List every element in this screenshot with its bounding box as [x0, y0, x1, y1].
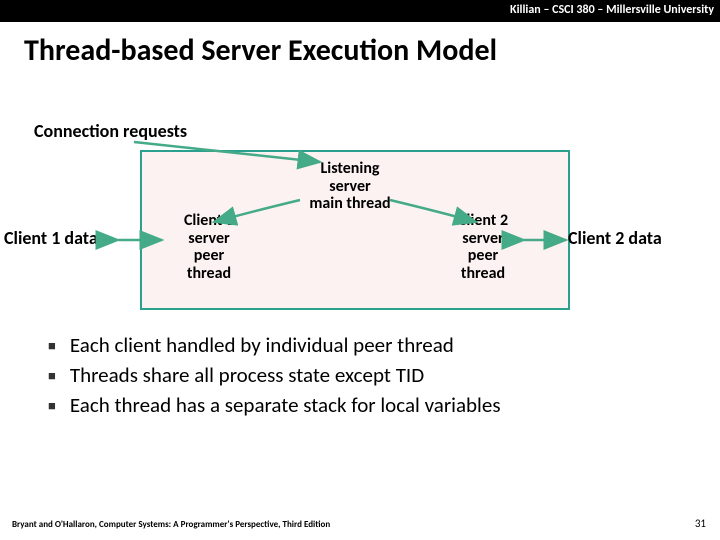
course-label: Killian – CSCI 380 – Millersville Univer… [510, 3, 714, 17]
peer2-l4: thread [461, 264, 505, 283]
diagram: Connection requests Listening server mai… [0, 92, 720, 322]
peer1-l2: server [188, 229, 229, 248]
peer2-l3: peer [468, 246, 498, 265]
footer-citation: Bryant and O'Hallaron, Computer Systems:… [12, 519, 330, 530]
listening-l1: Listening [321, 159, 380, 178]
server-process-box: Listening server main thread Client 1 se… [140, 150, 570, 310]
slide-title: Thread-based Server Execution Model [0, 22, 720, 69]
client2-data-label: Client 2 data [568, 227, 662, 249]
page-number: 31 [695, 517, 706, 530]
peer2-l2: server [462, 229, 503, 248]
peer1-l1: Client 1 [184, 211, 234, 230]
header-bar: Killian – CSCI 380 – Millersville Univer… [0, 0, 720, 22]
listening-thread-label: Listening server main thread [290, 160, 410, 213]
client1-data-label: Client 1 data [4, 227, 98, 249]
peer1-thread-label: Client 1 server peer thread [164, 212, 254, 282]
bullet-item: Each thread has a separate stack for loc… [48, 390, 688, 420]
listening-l2: server [329, 177, 370, 196]
peer2-thread-label: Client 2 server peer thread [438, 212, 528, 282]
bullet-item: Threads share all process state except T… [48, 360, 688, 390]
peer1-l4: thread [187, 264, 231, 283]
bullet-item: Each client handled by individual peer t… [48, 330, 688, 360]
connection-requests-label: Connection requests [34, 120, 187, 142]
slide: Killian – CSCI 380 – Millersville Univer… [0, 0, 720, 540]
bullet-list: Each client handled by individual peer t… [48, 330, 688, 420]
peer1-l3: peer [194, 246, 224, 265]
peer2-l1: Client 2 [458, 211, 508, 230]
listening-l3: main thread [309, 194, 390, 213]
